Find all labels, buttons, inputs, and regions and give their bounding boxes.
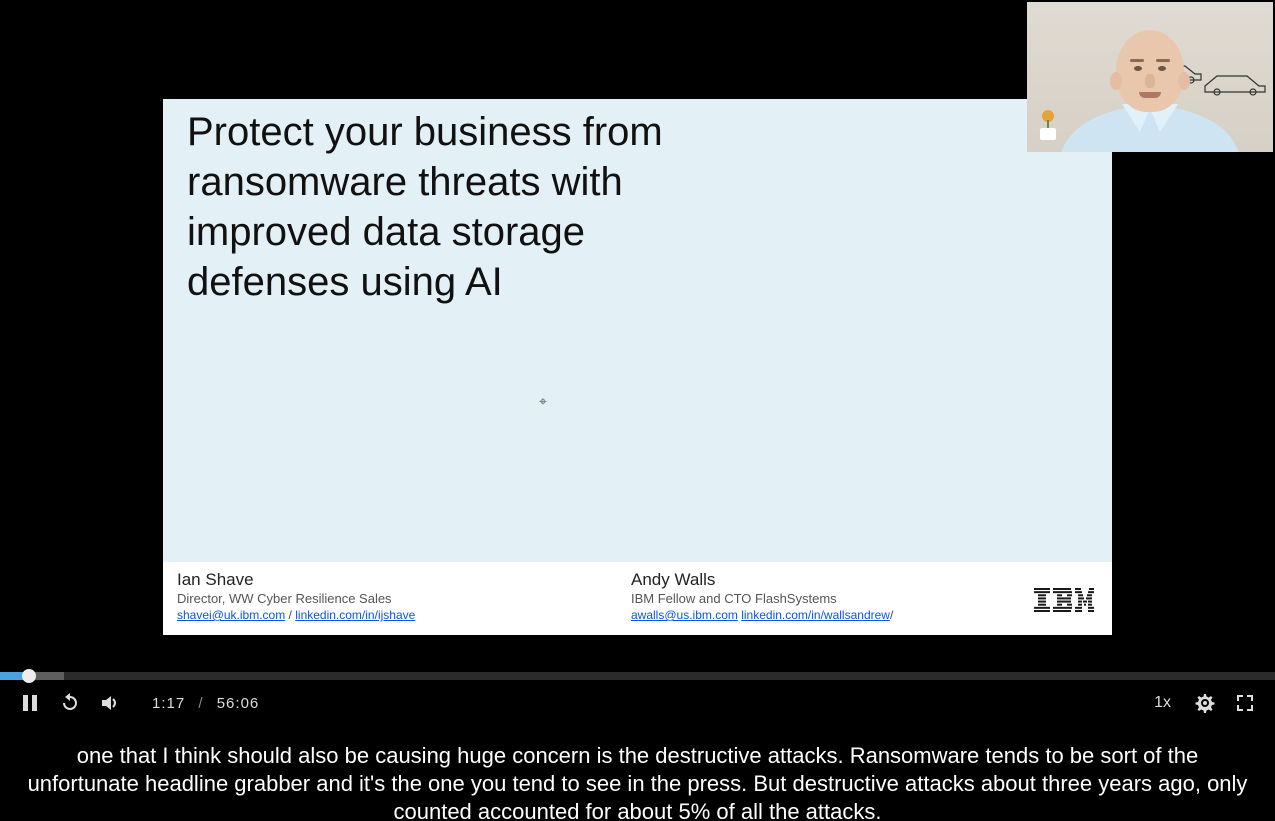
video-player: Protect your business from ransomware th… bbox=[0, 0, 1275, 821]
presenter-figure bbox=[1060, 22, 1240, 152]
presenter-1-name: Ian Shave bbox=[177, 570, 631, 590]
presenter-1-email-link[interactable]: shavei@uk.ibm.com bbox=[177, 608, 285, 622]
presenter-1: Ian Shave Director, WW Cyber Resilience … bbox=[177, 570, 631, 629]
captions-area: one that I think should also be causing … bbox=[0, 726, 1275, 821]
presenter-2: Andy Walls IBM Fellow and CTO FlashSyste… bbox=[631, 570, 1031, 629]
linkedin-suffix: / bbox=[890, 608, 893, 622]
video-viewport[interactable]: Protect your business from ransomware th… bbox=[0, 0, 1275, 672]
link-separator: / bbox=[285, 608, 295, 622]
plant-decoration bbox=[1037, 110, 1059, 140]
presenter-1-linkedin-link[interactable]: linkedin.com/in/ijshave bbox=[295, 608, 415, 622]
fullscreen-button[interactable] bbox=[1231, 689, 1259, 717]
progress-thumb[interactable] bbox=[22, 669, 36, 683]
cursor-icon: ⌖ bbox=[539, 393, 547, 410]
presenter-2-linkedin-link[interactable]: linkedin.com/in/wallsandrew bbox=[741, 608, 890, 622]
settings-button[interactable] bbox=[1191, 689, 1219, 717]
time-separator: / bbox=[198, 695, 203, 712]
slide-footer: Ian Shave Director, WW Cyber Resilience … bbox=[163, 562, 1112, 635]
player-controls: 1:17 / 56:06 1x bbox=[0, 672, 1275, 726]
current-time: 1:17 bbox=[152, 695, 185, 712]
presentation-slide: Protect your business from ransomware th… bbox=[163, 99, 1112, 635]
pause-button[interactable] bbox=[16, 689, 44, 717]
volume-button[interactable] bbox=[96, 689, 124, 717]
progress-bar[interactable] bbox=[0, 672, 1275, 680]
time-display: 1:17 / 56:06 bbox=[152, 695, 259, 712]
caption-text: one that I think should also be causing … bbox=[28, 743, 1248, 821]
presenter-2-links: awalls@us.ibm.com linkedin.com/in/wallsa… bbox=[631, 608, 1031, 622]
presenter-1-title: Director, WW Cyber Resilience Sales bbox=[177, 591, 631, 606]
presenter-2-title: IBM Fellow and CTO FlashSystems bbox=[631, 591, 1031, 606]
slide-title: Protect your business from ransomware th… bbox=[187, 107, 707, 307]
presenter-webcam bbox=[1027, 2, 1273, 152]
control-row: 1:17 / 56:06 1x bbox=[0, 680, 1275, 726]
duration: 56:06 bbox=[217, 695, 260, 712]
presenter-1-links: shavei@uk.ibm.com / linkedin.com/in/ijsh… bbox=[177, 608, 631, 622]
replay-button[interactable] bbox=[56, 689, 84, 717]
playback-speed-button[interactable]: 1x bbox=[1154, 694, 1171, 712]
ibm-logo bbox=[1034, 588, 1094, 617]
presenter-2-email-link[interactable]: awalls@us.ibm.com bbox=[631, 608, 738, 622]
presenter-2-name: Andy Walls bbox=[631, 570, 1031, 590]
